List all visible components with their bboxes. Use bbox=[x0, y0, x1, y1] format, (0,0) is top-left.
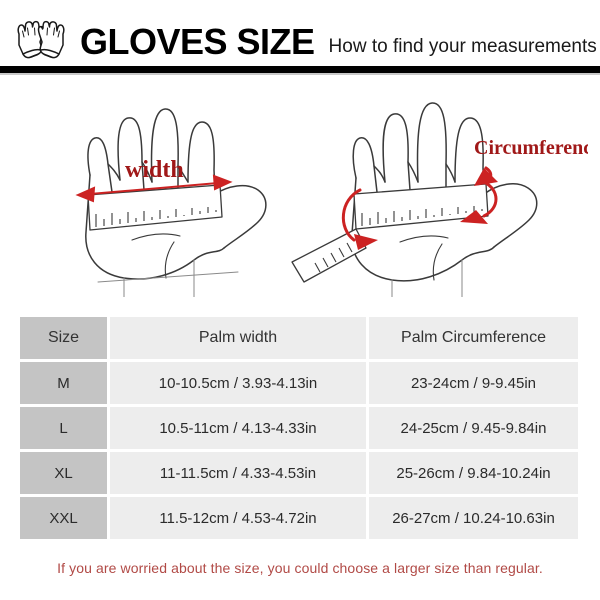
circumference-label: Circumference bbox=[474, 137, 588, 159]
table-row: M 10-10.5cm / 3.93-4.13in 23-24cm / 9-9.… bbox=[20, 362, 578, 404]
cell-size: XXL bbox=[20, 497, 107, 539]
cell-palm-circumference: 25-26cm / 9.84-10.24in bbox=[369, 452, 578, 494]
table-header-row: Size Palm width Palm Circumference bbox=[20, 317, 578, 359]
column-header-palm-circumference: Palm Circumference bbox=[369, 317, 578, 359]
cell-palm-width: 10.5-11cm / 4.13-4.33in bbox=[110, 407, 366, 449]
hand-palm-circumference-diagram: Circumference bbox=[291, 102, 588, 297]
cell-palm-circumference: 24-25cm / 9.45-9.84in bbox=[369, 407, 578, 449]
size-advice-note: If you are worried about the size, you c… bbox=[57, 560, 543, 576]
column-header-size: Size bbox=[20, 317, 107, 359]
header-divider bbox=[0, 66, 600, 73]
cell-size: XL bbox=[20, 452, 107, 494]
cell-palm-width: 10-10.5cm / 3.93-4.13in bbox=[110, 362, 366, 404]
size-chart-page: GLOVES SIZE How to find your measurement… bbox=[0, 0, 600, 600]
page-subtitle: How to find your measurements bbox=[328, 36, 597, 57]
width-label: width bbox=[125, 157, 184, 183]
header-divider-shadow bbox=[0, 73, 600, 75]
cell-size: L bbox=[20, 407, 107, 449]
gloves-pair-icon bbox=[17, 20, 65, 59]
column-header-palm-width: Palm width bbox=[110, 317, 366, 359]
cell-palm-width: 11-11.5cm / 4.33-4.53in bbox=[110, 452, 366, 494]
table-row: L 10.5-11cm / 4.13-4.33in 24-25cm / 9.45… bbox=[20, 407, 578, 449]
table-row: XXL 11.5-12cm / 4.53-4.72in 26-27cm / 10… bbox=[20, 497, 578, 539]
page-header: GLOVES SIZE How to find your measurement… bbox=[0, 14, 600, 70]
size-table: Size Palm width Palm Circumference M 10-… bbox=[20, 317, 578, 539]
table-row: XL 11-11.5cm / 4.33-4.53in 25-26cm / 9.8… bbox=[20, 452, 578, 494]
hand-palm-width-diagram: width bbox=[75, 108, 267, 297]
page-title: GLOVES SIZE bbox=[80, 21, 315, 62]
cell-palm-circumference: 26-27cm / 10.24-10.63in bbox=[369, 497, 578, 539]
cell-palm-circumference: 23-24cm / 9-9.45in bbox=[369, 362, 578, 404]
measurement-diagrams: width Circumferenc bbox=[0, 82, 600, 302]
cell-size: M bbox=[20, 362, 107, 404]
cell-palm-width: 11.5-12cm / 4.53-4.72in bbox=[110, 497, 366, 539]
